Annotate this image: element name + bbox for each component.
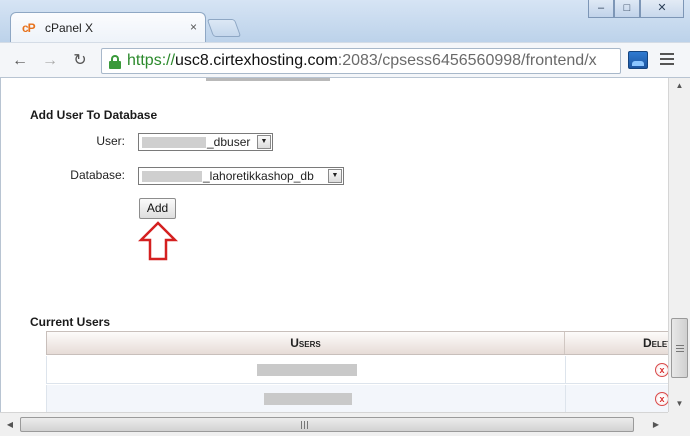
url-text: https://usc8.cirtexhosting.com:2083/cpse… xyxy=(127,52,597,70)
delete-icon[interactable]: x xyxy=(655,363,668,377)
column-header-users: Users xyxy=(47,332,565,354)
close-window-button[interactable]: ✕ xyxy=(640,0,684,18)
screen-capture-icon[interactable] xyxy=(628,51,648,69)
browser-toolbar: ← → ↻ https://usc8.cirtexhosting.com:208… xyxy=(0,42,690,78)
delete-icon[interactable]: x xyxy=(655,392,668,406)
browser-tab[interactable]: cP cPanel X × xyxy=(10,12,206,42)
hamburger-menu-icon[interactable] xyxy=(660,53,674,67)
table-row: x xyxy=(46,356,668,384)
database-select-value: _lahoretikkashop_db xyxy=(203,169,314,183)
reload-button[interactable]: ↻ xyxy=(70,51,90,71)
database-label: Database: xyxy=(70,168,125,182)
window-controls: – □ ✕ xyxy=(588,0,684,18)
scroll-right-icon[interactable]: ▶ xyxy=(648,417,664,432)
scrolled-element-edge xyxy=(206,78,330,81)
tab-title: cPanel X xyxy=(45,21,94,35)
tab-close-icon[interactable]: × xyxy=(190,20,197,34)
chevron-down-icon: ▼ xyxy=(328,169,342,183)
scroll-left-icon[interactable]: ◀ xyxy=(2,417,18,432)
user-select-value: _dbuser xyxy=(207,135,251,149)
column-header-delete: Delete xyxy=(643,332,668,354)
url-path: :2083/cpsess6456560998/frontend/x xyxy=(337,52,597,69)
redacted-username-prefix xyxy=(142,137,206,148)
redacted-user-cell xyxy=(257,364,357,376)
chevron-down-icon: ▼ xyxy=(257,135,271,149)
back-button[interactable]: ← xyxy=(10,51,30,71)
url-host: usc8.cirtexhosting.com xyxy=(175,52,338,69)
current-users-heading: Current Users xyxy=(30,315,111,329)
table-header: Users Delete xyxy=(46,331,668,355)
page-content: Add User To Database User: _dbuser ▼ Dat… xyxy=(0,78,668,412)
redacted-database-prefix xyxy=(142,171,202,182)
add-user-heading: Add User To Database xyxy=(30,108,158,122)
user-select[interactable]: _dbuser ▼ xyxy=(138,133,273,151)
scroll-up-icon[interactable]: ▲ xyxy=(669,78,690,94)
window-titlebar: cP cPanel X × – □ ✕ xyxy=(0,0,690,42)
forward-button[interactable]: → xyxy=(40,51,60,71)
redacted-user-cell xyxy=(264,393,352,405)
add-button[interactable]: Add xyxy=(139,198,176,219)
scrollbar-corner xyxy=(668,412,690,436)
url-scheme: https:// xyxy=(127,52,176,69)
lock-icon xyxy=(109,55,121,69)
vertical-scrollbar[interactable]: ▲ ▼ xyxy=(668,78,690,412)
user-label: User: xyxy=(96,134,125,148)
cpanel-favicon-icon: cP xyxy=(22,21,36,35)
red-up-arrow-annotation xyxy=(138,221,178,261)
table-row: x xyxy=(46,385,668,412)
database-select[interactable]: _lahoretikkashop_db ▼ xyxy=(138,167,344,185)
column-header-delete-label: Delete xyxy=(643,336,668,350)
horizontal-scrollbar[interactable]: ◀ ▶ xyxy=(0,412,690,436)
vertical-scroll-thumb[interactable] xyxy=(671,318,688,378)
new-tab-button[interactable] xyxy=(206,19,242,37)
address-bar[interactable]: https://usc8.cirtexhosting.com:2083/cpse… xyxy=(101,48,621,74)
column-header-users-label: Users xyxy=(290,336,321,350)
maximize-button[interactable]: □ xyxy=(614,0,640,18)
scroll-down-icon[interactable]: ▼ xyxy=(669,396,690,412)
horizontal-scroll-thumb[interactable] xyxy=(20,417,634,432)
minimize-button[interactable]: – xyxy=(588,0,614,18)
